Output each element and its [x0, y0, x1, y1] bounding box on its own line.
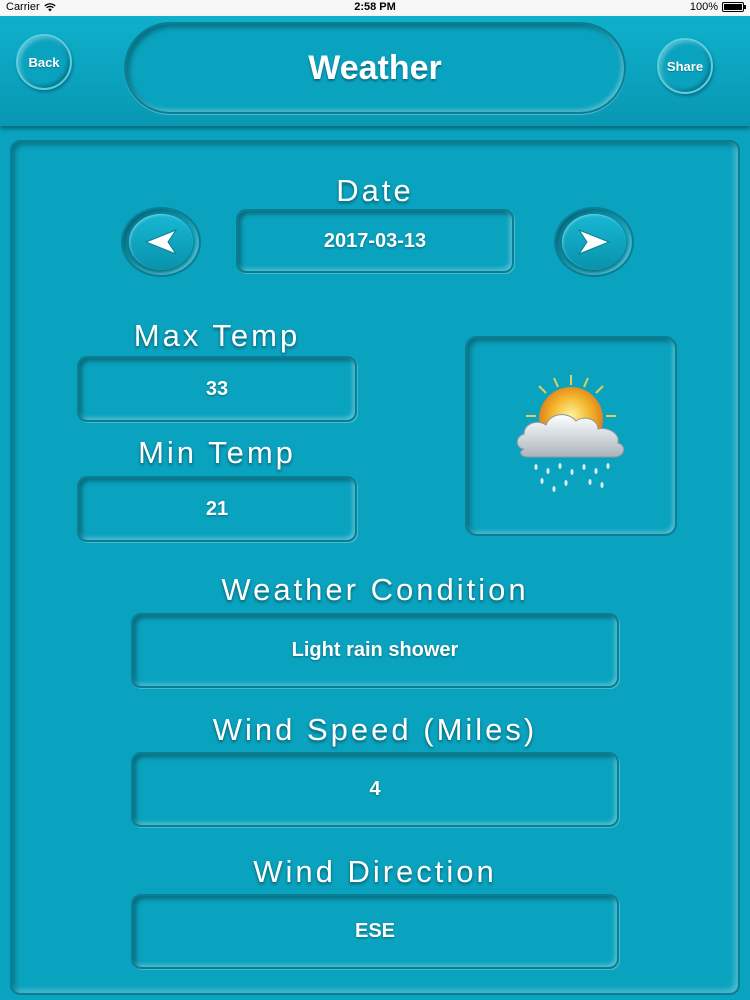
page-title: Weather — [124, 22, 626, 114]
condition-label: Weather Condition — [221, 572, 529, 607]
status-time: 2:58 PM — [354, 1, 396, 13]
header-bar: Back Weather Share — [0, 16, 750, 126]
weather-icon-box — [465, 336, 677, 536]
arrow-right-icon — [577, 229, 611, 255]
battery-indicator: 100% — [689, 1, 746, 13]
battery-percent: 100% — [689, 1, 718, 13]
max-temp-label: Max Temp — [133, 318, 301, 353]
min-temp-field: 21 — [77, 476, 357, 542]
date-label: Date — [336, 173, 414, 208]
wind-direction-label: Wind Direction — [253, 854, 497, 889]
wind-speed-field: 4 — [131, 752, 619, 827]
arrow-left-icon — [144, 229, 178, 255]
min-temp-label: Min Temp — [138, 435, 296, 470]
sun-cloud-rain-icon — [516, 375, 625, 492]
wind-speed-label: Wind Speed (Miles) — [212, 712, 538, 747]
previous-date-button[interactable] — [121, 207, 201, 277]
condition-field: Light rain shower — [131, 613, 619, 688]
wind-direction-field: ESE — [131, 894, 619, 969]
battery-icon — [722, 2, 746, 12]
share-button[interactable]: Share — [657, 38, 713, 94]
date-field: 2017-03-13 — [236, 209, 514, 273]
next-date-button[interactable] — [554, 207, 634, 277]
max-temp-field: 33 — [77, 356, 357, 422]
status-bar: Carrier 2:58 PM 100% — [0, 0, 750, 16]
back-button[interactable]: Back — [16, 34, 72, 90]
